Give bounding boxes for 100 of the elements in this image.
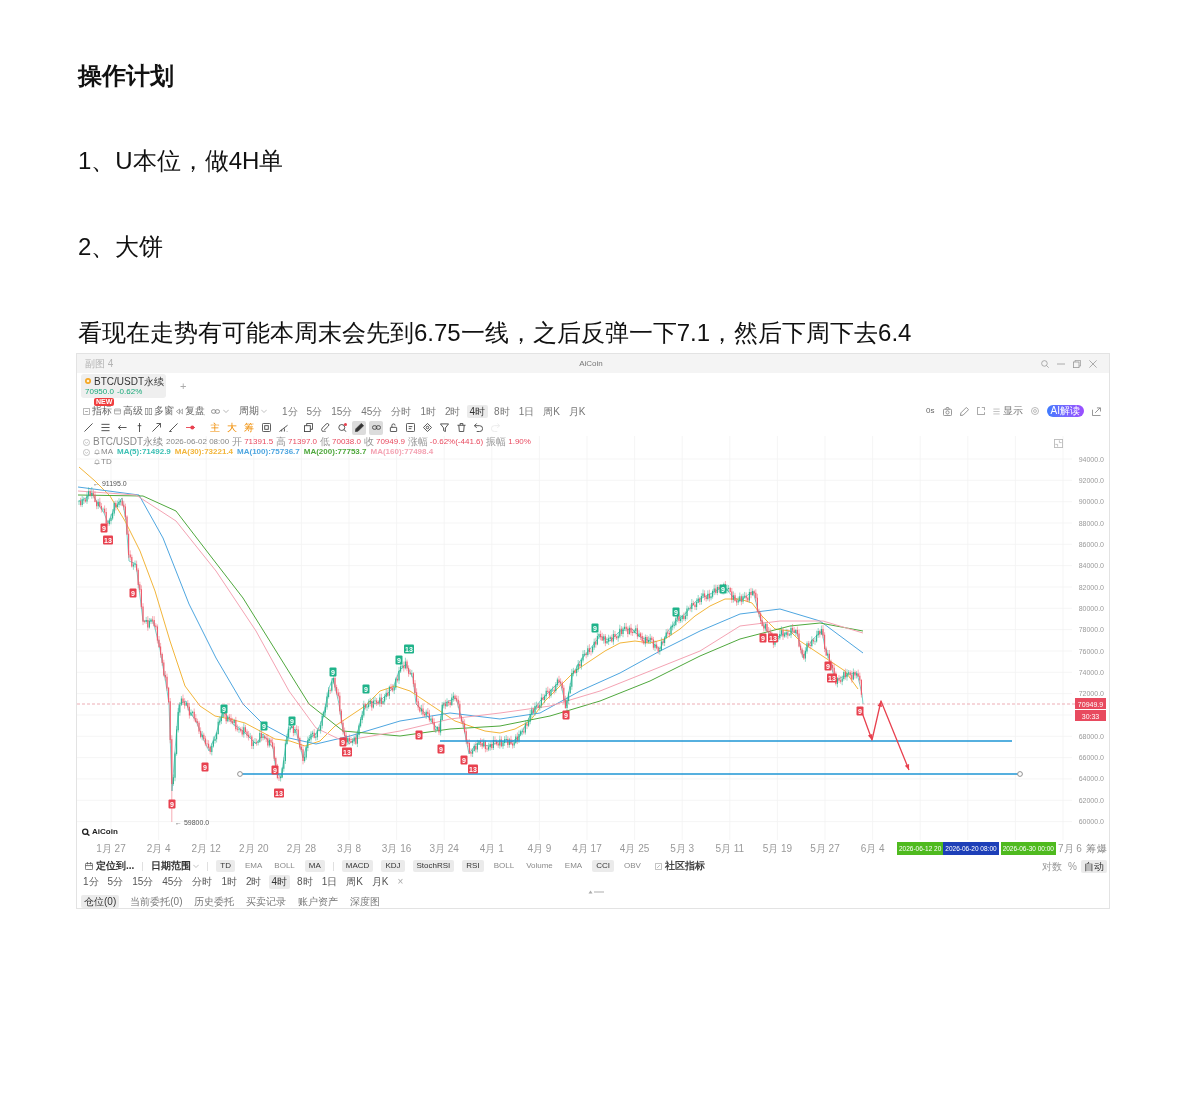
indicator-tab[interactable]: BOLL (272, 860, 297, 872)
date-axis-label: 3月 8 (337, 843, 361, 855)
toolbar-button[interactable]: 复盘 (176, 405, 205, 417)
symbol-tab[interactable]: BTC/USDT永续 70950.0 -0.62% (81, 374, 166, 398)
info-value: 71397.0 (288, 437, 317, 447)
info-label: 高 (276, 437, 287, 447)
indicator-tab[interactable]: CCI (592, 860, 614, 872)
period-tab[interactable]: 周K (540, 404, 563, 418)
indicator-tab[interactable]: Volume (524, 860, 555, 872)
period-tab[interactable]: 8时 (295, 875, 315, 889)
period-tab[interactable]: 1日 (515, 404, 538, 418)
period-tab[interactable]: 5分 (303, 404, 326, 418)
pen-icon[interactable] (959, 406, 969, 416)
paragraph: 2、大饼 (78, 232, 164, 262)
order-tab[interactable]: 深度图 (349, 894, 382, 908)
period-tab[interactable]: 周K (344, 875, 365, 889)
date-axis-label: 5月 19 (762, 843, 793, 855)
period-tab[interactable]: 4时 (466, 404, 489, 418)
indicator-tab[interactable]: BOLL (491, 860, 517, 872)
locate-button[interactable]: 定位到... (85, 860, 135, 872)
scale-tab[interactable]: 自动 (1081, 859, 1107, 873)
period-tab[interactable]: 分时 (388, 404, 415, 418)
date-axis-label: 4月 1 (479, 843, 504, 855)
date-axis-label: 2月 12 (191, 843, 221, 855)
info-value: 70949.9 (375, 437, 405, 447)
date-axis-label: 5月 11 (715, 843, 745, 855)
frame-icon[interactable] (976, 407, 985, 415)
info-value: 70038.0 (332, 437, 361, 447)
date-axis-label: 2月 4 (146, 843, 171, 855)
close-icon[interactable] (1089, 359, 1097, 368)
drawing-tool-button[interactable]: 大 (225, 420, 239, 435)
ma-value: MA(30):73221.4 (174, 447, 234, 457)
period-tab[interactable]: 5分 (105, 875, 126, 889)
period-tab[interactable]: 月K (565, 404, 589, 418)
indicator-tab[interactable]: MA (304, 860, 325, 872)
display-button[interactable]: 显示 (992, 405, 1023, 417)
indicator-tab[interactable]: EMA (243, 860, 265, 872)
indicator-tab[interactable]: TD (216, 860, 235, 872)
columns-icon (145, 407, 152, 415)
drag-handle-icon[interactable] (588, 890, 604, 894)
ai-button[interactable]: AI解读 (1046, 405, 1084, 417)
period-tab[interactable]: 1时 (219, 875, 239, 889)
info-label: 开 (232, 437, 243, 447)
period-tab[interactable]: 1日 (319, 875, 340, 889)
ma-value: MA(100):75736.7 (237, 447, 300, 457)
period-tab[interactable]: 月K (369, 875, 391, 889)
refresh-timer: 0s (926, 406, 935, 416)
indicator-tab[interactable]: OBV (621, 860, 643, 872)
order-tab[interactable]: 仓位(0) (81, 894, 120, 908)
info-value: 71391.5 (244, 437, 274, 447)
scale-tab[interactable]: 对数 (1040, 859, 1065, 873)
bell-icon[interactable] (94, 449, 100, 455)
chevron-icon (261, 408, 267, 414)
bell-icon[interactable] (94, 459, 100, 465)
period-tab[interactable]: 45分 (160, 875, 186, 889)
order-tab[interactable]: 账户资产 (297, 894, 340, 908)
axis-tool-button[interactable]: 筹 (1086, 843, 1096, 855)
drawing-tool-button[interactable]: 筹 (242, 420, 256, 435)
indicator-tab[interactable]: KDJ (381, 860, 405, 872)
info-label: 收 (363, 437, 374, 447)
indicator-tab[interactable]: RSI (462, 860, 484, 872)
list-icon (992, 407, 1000, 415)
camera-icon[interactable] (942, 406, 952, 416)
date-axis-label: 5月 27 (810, 843, 840, 855)
rewind-icon (176, 407, 183, 415)
order-tab[interactable]: 当前委托(0) (129, 894, 184, 908)
indicator-tab[interactable]: StochRSI (412, 860, 455, 872)
period-tab[interactable]: 8时 (491, 404, 513, 418)
order-tab[interactable]: 买卖记录 (245, 894, 288, 908)
period-tab[interactable]: 15分 (130, 875, 156, 889)
community-indicators-button[interactable]: 社区指标 (654, 860, 705, 872)
period-tab[interactable]: 45分 (358, 404, 386, 418)
indicator-tab[interactable]: MACD (341, 860, 374, 872)
logo-icon (82, 828, 90, 836)
order-tab[interactable]: 历史委托 (193, 894, 236, 908)
toolbar-button[interactable]: 多窗 (145, 405, 174, 417)
link-dropdown[interactable] (211, 406, 229, 416)
period-tab[interactable]: 分时 (190, 875, 215, 889)
date-range-dropdown[interactable]: 日期范围 (151, 860, 200, 872)
toolbar-button[interactable]: 指标 (83, 405, 112, 417)
period-tab[interactable]: 15分 (328, 404, 356, 418)
date-axis-label: 3月 16 (381, 843, 412, 855)
indicator-tab[interactable]: EMA (562, 860, 585, 872)
restore-icon[interactable] (1073, 359, 1081, 368)
date-axis-label: 4月 25 (619, 843, 650, 855)
toolbar-button[interactable]: 高级 (114, 405, 143, 417)
chevron-icon (223, 408, 229, 414)
share-icon[interactable] (1092, 406, 1101, 416)
period-tab[interactable]: 1分 (81, 875, 101, 889)
drawing-tool-button[interactable]: 主 (208, 420, 222, 435)
axis-tool-button[interactable]: 爆 (1097, 843, 1107, 855)
period-tab[interactable]: 1时 (417, 404, 439, 418)
period-tab[interactable]: 1分 (279, 404, 301, 418)
date-axis-label: 2月 28 (286, 843, 317, 855)
period-menu[interactable]: 周期 (239, 405, 267, 417)
info-value: 1.90% (508, 437, 531, 447)
period-tab[interactable]: 2时 (441, 404, 464, 418)
period-tab[interactable]: 4时 (268, 875, 291, 889)
scale-tab[interactable]: % (1066, 859, 1079, 873)
period-tab[interactable]: 2时 (243, 875, 264, 889)
